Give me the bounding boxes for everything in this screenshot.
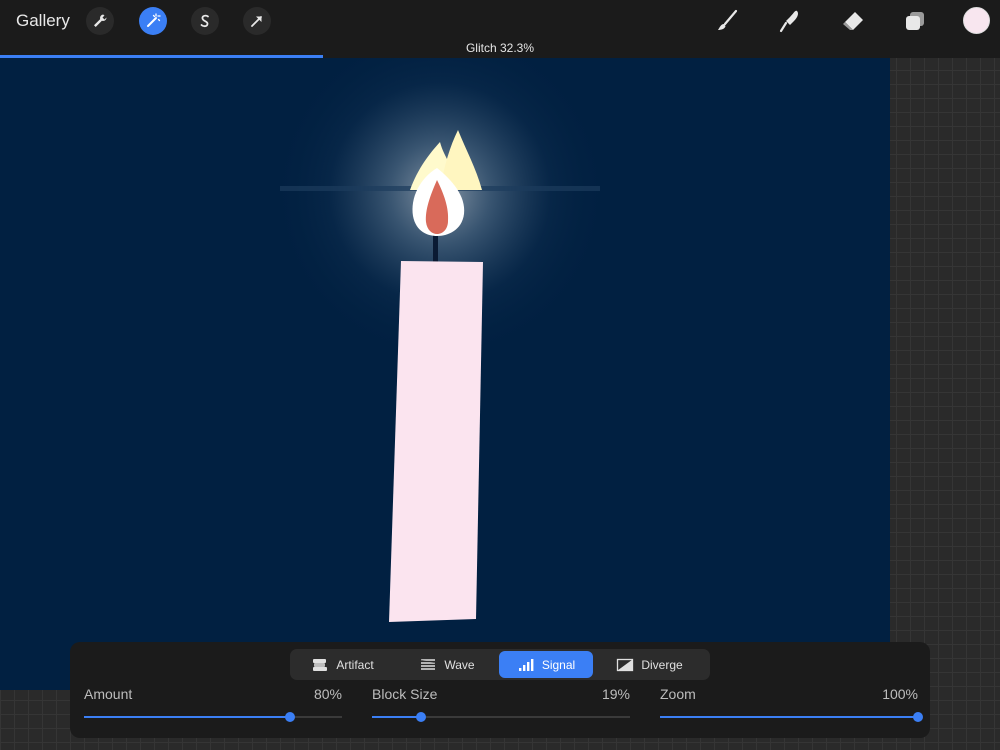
artifact-icon xyxy=(313,658,328,671)
tab-signal-label: Signal xyxy=(541,657,576,672)
amount-fill xyxy=(84,716,291,718)
zoom-label: Zoom xyxy=(660,686,696,702)
block-size-fill xyxy=(372,716,422,718)
top-toolbar: Gallery xyxy=(0,0,1000,42)
drawing-canvas[interactable] xyxy=(0,58,890,690)
wave-icon xyxy=(421,658,436,670)
amount-knob[interactable] xyxy=(285,712,296,722)
tab-signal[interactable]: Signal xyxy=(499,651,593,678)
gallery-button[interactable]: Gallery xyxy=(16,11,70,31)
candle-wick xyxy=(433,234,438,262)
magic-wand-icon[interactable] xyxy=(139,7,167,35)
layers-icon[interactable] xyxy=(900,6,930,36)
tab-artifact-label: Artifact xyxy=(336,657,374,672)
tab-diverge-label: Diverge xyxy=(641,657,683,672)
zoom-fill xyxy=(660,716,918,718)
candle-artwork xyxy=(270,58,610,622)
diverge-icon xyxy=(617,658,634,671)
arrow-cursor-icon[interactable] xyxy=(243,7,271,35)
block-size-label: Block Size xyxy=(372,686,438,702)
glitch-settings-panel: Artifact Wave Signal Diverge Amount 80% … xyxy=(70,642,930,738)
wrench-icon[interactable] xyxy=(86,7,114,35)
brush-icon[interactable] xyxy=(712,6,742,36)
selection-s-icon[interactable] xyxy=(191,7,219,35)
tab-diverge[interactable]: Diverge xyxy=(593,651,706,678)
block-size-value: 19% xyxy=(601,686,630,702)
tab-wave[interactable]: Wave xyxy=(395,651,499,678)
amount-label: Amount xyxy=(84,686,133,702)
candle-body xyxy=(389,261,483,622)
zoom-knob[interactable] xyxy=(913,712,923,722)
color-picker-swatch[interactable] xyxy=(963,7,990,34)
tab-artifact[interactable]: Artifact xyxy=(290,651,395,678)
tab-wave-label: Wave xyxy=(444,657,475,672)
glitch-mode-tabs: Artifact Wave Signal Diverge xyxy=(290,649,710,680)
smudge-icon[interactable] xyxy=(775,6,805,36)
zoom-value: 100% xyxy=(882,686,918,702)
amount-value: 80% xyxy=(313,686,342,702)
filter-progress-label: Glitch 32.3% xyxy=(465,41,535,55)
signal-icon xyxy=(518,658,534,671)
eraser-icon[interactable] xyxy=(838,6,868,36)
block-size-knob[interactable] xyxy=(416,712,427,722)
